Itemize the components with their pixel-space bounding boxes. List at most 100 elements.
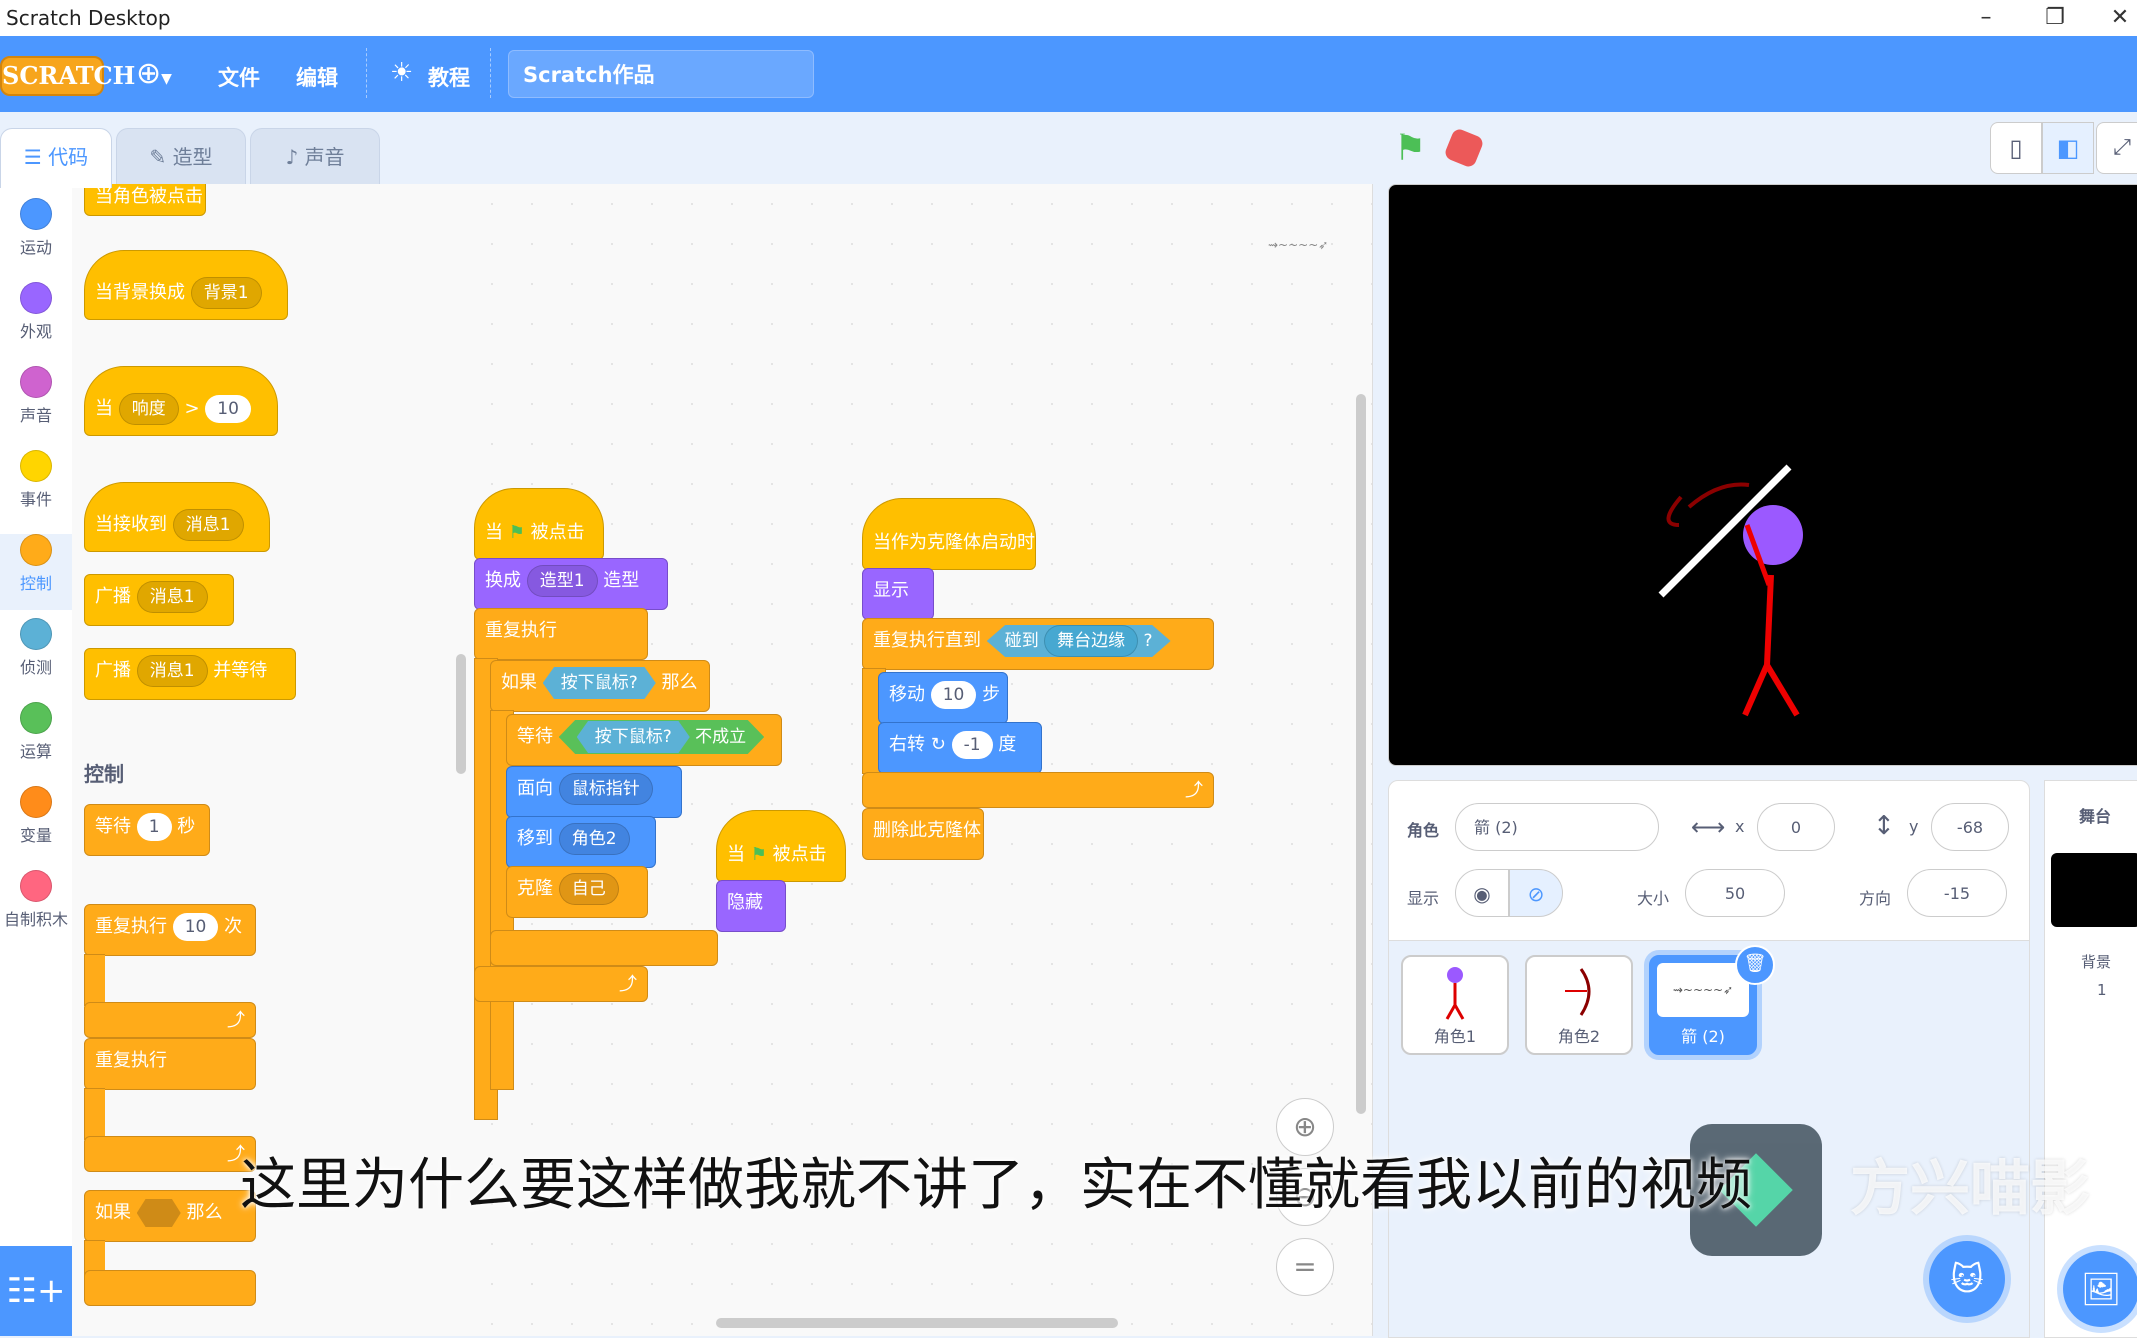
close-icon[interactable]: ✕ bbox=[2100, 4, 2137, 32]
category-item[interactable]: 侦测 bbox=[0, 618, 72, 694]
tab-sounds[interactable]: ♪ 声音 bbox=[250, 128, 380, 184]
value-input[interactable]: 1 bbox=[136, 813, 172, 841]
touching-condition[interactable]: 碰到 舞台边缘 ? bbox=[986, 625, 1171, 657]
mouse-down-condition[interactable]: 按下鼠标? bbox=[576, 721, 690, 753]
brush-icon: ✎ bbox=[149, 145, 167, 169]
value-input[interactable]: 10 bbox=[205, 395, 251, 423]
value-input[interactable]: 10 bbox=[172, 913, 219, 941]
backdrop-thumbnail[interactable] bbox=[2051, 853, 2137, 927]
small-stage-icon[interactable]: ▯ bbox=[1990, 122, 2042, 174]
mouse-down-condition[interactable]: 按下鼠标? bbox=[542, 667, 656, 699]
palette-wait-block[interactable]: 等待 1 秒 bbox=[84, 804, 210, 856]
size-input[interactable]: 50 bbox=[1685, 869, 1785, 917]
file-menu[interactable]: 文件 bbox=[218, 62, 260, 92]
palette-receive-block[interactable]: 当接收到 消息1 bbox=[84, 482, 270, 552]
size-label: 大小 bbox=[1637, 889, 1670, 908]
create-clone-block[interactable]: 克隆 自己 bbox=[506, 866, 648, 918]
add-sprite-icon[interactable]: 🐱 bbox=[1929, 1241, 2005, 1317]
steps-input[interactable]: 10 bbox=[930, 681, 977, 709]
restore-icon[interactable]: ❐ bbox=[2035, 4, 2075, 32]
category-item[interactable]: 自制积木 bbox=[0, 870, 72, 946]
palette-loudness-block[interactable]: 当 响度 > 10 bbox=[84, 366, 278, 436]
y-input[interactable]: -68 bbox=[1931, 803, 2009, 851]
stage-selector[interactable]: 舞台 背景 1 🖼 bbox=[2044, 780, 2137, 1338]
lightbulb-icon[interactable]: ☀ bbox=[390, 58, 413, 88]
project-title-input[interactable]: Scratch作品 bbox=[508, 50, 814, 98]
message-dropdown[interactable]: 消息1 bbox=[136, 655, 208, 687]
move-steps-block[interactable]: 移动 10 步 bbox=[878, 672, 1008, 724]
switch-costume-block[interactable]: 换成 造型1 造型 bbox=[474, 558, 668, 610]
tab-code[interactable]: ☰ 代码 bbox=[0, 128, 112, 188]
add-backdrop-icon[interactable]: 🖼 bbox=[2063, 1251, 2137, 1327]
category-item[interactable]: 声音 bbox=[0, 366, 72, 442]
large-stage-icon[interactable]: ◧ bbox=[2042, 122, 2094, 174]
scratch-logo[interactable]: SCRATCH bbox=[0, 56, 135, 96]
touching-target-dropdown[interactable]: 舞台边缘 bbox=[1044, 625, 1139, 657]
tab-costumes[interactable]: ✎ 造型 bbox=[116, 128, 246, 184]
go-to-block[interactable]: 移到 角色2 bbox=[506, 816, 656, 868]
wait-until-block[interactable]: 等待 按下鼠标? 不成立 bbox=[506, 714, 782, 766]
when-clone-starts-block[interactable]: 当作为克隆体启动时 bbox=[862, 498, 1036, 570]
palette-forever-block[interactable]: 重复执行 bbox=[84, 1038, 256, 1090]
block-text: 重复执行 bbox=[485, 620, 557, 641]
add-extension-button[interactable]: ☷+ bbox=[0, 1246, 72, 1336]
palette-broadcast-block[interactable]: 广播 消息1 bbox=[84, 574, 234, 626]
backdrop-dropdown[interactable]: 背景1 bbox=[190, 277, 262, 309]
edit-menu[interactable]: 编辑 bbox=[296, 62, 338, 92]
category-item[interactable]: 运动 bbox=[0, 198, 72, 274]
message-dropdown[interactable]: 消息1 bbox=[172, 509, 244, 541]
category-item[interactable]: 控制 bbox=[0, 534, 72, 610]
sprite-thumb[interactable]: 角色2 bbox=[1525, 955, 1633, 1055]
when-flag-clicked-block[interactable]: 当 ⚑ 被点击 bbox=[474, 488, 604, 560]
degrees-input[interactable]: -1 bbox=[951, 731, 993, 759]
stop-icon[interactable] bbox=[1443, 127, 1485, 169]
block-text: 移到 bbox=[517, 828, 553, 849]
delete-clone-block[interactable]: 删除此克隆体 bbox=[862, 808, 984, 860]
green-flag-icon[interactable]: ⚑ bbox=[1394, 128, 1426, 169]
fullscreen-icon[interactable]: ⤢ bbox=[2096, 122, 2137, 174]
category-item[interactable]: 外观 bbox=[0, 282, 72, 358]
not-operator[interactable]: 按下鼠标? 不成立 bbox=[558, 720, 765, 754]
delete-sprite-icon[interactable]: 🗑 bbox=[1735, 945, 1775, 985]
category-item[interactable]: 运算 bbox=[0, 702, 72, 778]
costume-dropdown[interactable]: 造型1 bbox=[526, 565, 598, 597]
category-item[interactable]: 变量 bbox=[0, 786, 72, 862]
loudness-dropdown[interactable]: 响度 bbox=[118, 393, 179, 425]
palette-backdrop-switch-block[interactable]: 当背景换成 背景1 bbox=[84, 250, 288, 320]
repeat-until-block[interactable]: 重复执行直到 碰到 舞台边缘 ? bbox=[862, 618, 1214, 670]
minimize-icon[interactable]: – bbox=[1966, 4, 2006, 32]
if-then-block[interactable]: 如果 按下鼠标? 那么 bbox=[490, 660, 710, 712]
clone-target-dropdown[interactable]: 自己 bbox=[558, 873, 619, 905]
forever-block[interactable]: 重复执行 bbox=[474, 608, 648, 660]
sprite-thumb[interactable]: 角色1 bbox=[1401, 955, 1509, 1055]
category-item[interactable]: 事件 bbox=[0, 450, 72, 526]
window-title-bar: Scratch Desktop – ❐ ✕ bbox=[0, 0, 2137, 37]
target-dropdown[interactable]: 角色2 bbox=[558, 823, 630, 855]
stage-canvas[interactable] bbox=[1388, 184, 2137, 766]
block-text: 步 bbox=[982, 684, 1001, 705]
horizontal-scrollbar[interactable] bbox=[716, 1318, 1118, 1328]
vertical-scrollbar[interactable] bbox=[1356, 394, 1366, 1114]
zoom-reset-icon[interactable]: = bbox=[1276, 1238, 1334, 1296]
message-dropdown[interactable]: 消息1 bbox=[136, 581, 208, 613]
globe-icon[interactable]: ⊕▼ bbox=[136, 56, 172, 91]
target-dropdown[interactable]: 鼠标指针 bbox=[558, 773, 653, 805]
sprite-name-input[interactable]: 箭 (2) bbox=[1455, 803, 1659, 851]
tutorials-menu[interactable]: 教程 bbox=[428, 62, 470, 92]
sprite-thumb-selected[interactable]: ⇝~~~~➶ 箭 (2) 🗑 bbox=[1649, 945, 1775, 1055]
hide-visible-icon[interactable]: ⊘ bbox=[1509, 869, 1563, 917]
x-input[interactable]: 0 bbox=[1757, 803, 1835, 851]
palette-scrollbar[interactable] bbox=[456, 654, 466, 774]
palette-if-block[interactable]: 如果 那么 bbox=[84, 1190, 256, 1242]
palette-repeat-block[interactable]: 重复执行 10 次 bbox=[84, 904, 256, 956]
direction-input[interactable]: -15 bbox=[1907, 869, 2007, 917]
empty-condition-slot[interactable] bbox=[136, 1199, 181, 1227]
palette-broadcast-wait-block[interactable]: 广播 消息1 并等待 bbox=[84, 648, 296, 700]
when-flag-clicked-block-2[interactable]: 当 ⚑ 被点击 bbox=[716, 810, 846, 882]
show-block[interactable]: 显示 bbox=[862, 568, 934, 620]
show-visible-icon[interactable]: ◉ bbox=[1455, 869, 1509, 917]
hide-block[interactable]: 隐藏 bbox=[716, 880, 786, 932]
palette-sprite-clicked-block[interactable]: 当角色被点击 bbox=[84, 184, 206, 216]
point-towards-block[interactable]: 面向 鼠标指针 bbox=[506, 766, 682, 818]
turn-right-block[interactable]: 右转 ↻ -1 度 bbox=[878, 722, 1042, 774]
